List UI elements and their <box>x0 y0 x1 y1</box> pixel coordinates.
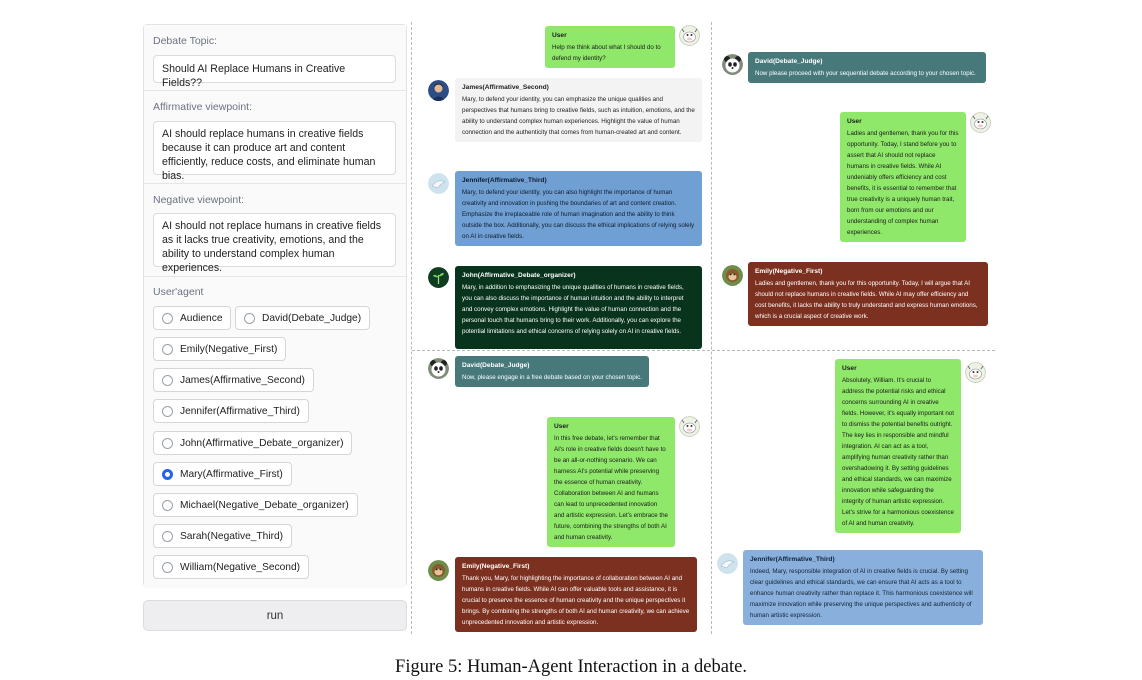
agent-option[interactable]: Emily(Negative_First) <box>153 337 287 361</box>
chat-message: John(Affirmative_Debate_organizer) Mary,… <box>455 266 702 349</box>
affirmative-section: Affirmative viewpoint: AI should replace… <box>144 91 406 184</box>
cow-avatar-icon <box>679 25 700 46</box>
run-button[interactable]: run <box>143 600 407 631</box>
chat-message: Emily(Negative_First) Thank you, Mary, f… <box>455 557 697 632</box>
radio-icon <box>162 312 173 324</box>
agent-option-label: David(Debate_Judge) <box>262 312 362 324</box>
message-sender: User <box>847 118 862 125</box>
agent-option[interactable]: Mary(Affirmative_First) <box>153 462 292 486</box>
agent-option[interactable]: Michael(Negative_Debate_organizer) <box>153 493 358 517</box>
divider <box>711 22 712 634</box>
agent-option-label: Mary(Affirmative_First) <box>180 468 283 480</box>
message-text: Absolutely, William. It's crucial to add… <box>842 377 954 527</box>
radio-icon <box>162 561 173 573</box>
cow-avatar-icon <box>970 112 991 133</box>
message-text: In this free debate, let's remember that… <box>554 435 668 541</box>
bird-avatar-icon <box>717 553 738 574</box>
chat-message: Jennifer(Affirmative_Third) Mary, to def… <box>455 171 702 246</box>
radio-icon <box>244 312 255 324</box>
topic-input[interactable]: Should AI Replace Humans in Creative Fie… <box>153 55 396 89</box>
chat-message: Jennifer(Affirmative_Third) Indeed, Mary… <box>743 550 983 625</box>
chat-message: User Help me think about what I should d… <box>545 26 675 68</box>
chat-message: James(Affirmative_Second) Mary, to defen… <box>455 78 702 142</box>
chat-message: David(Debate_Judge) Now please proceed w… <box>748 52 986 83</box>
negative-section: Negative viewpoint: AI should not replac… <box>144 184 406 277</box>
radio-icon <box>162 437 173 449</box>
message-sender: User <box>552 32 567 39</box>
message-text: Now please proceed with your sequential … <box>755 70 976 77</box>
agent-option-label: Sarah(Negative_Third) <box>180 530 284 542</box>
divider <box>411 22 412 634</box>
radio-icon <box>162 405 173 417</box>
radio-icon <box>162 499 173 511</box>
chat-message: User Absolutely, William. It's crucial t… <box>835 359 961 533</box>
message-text: Mary, in addition to emphasizing the uni… <box>462 284 684 335</box>
agent-option-label: William(Negative_Second) <box>180 561 301 573</box>
plant-avatar-icon <box>428 267 449 288</box>
chat-message: User In this free debate, let's remember… <box>547 417 675 547</box>
negative-label: Negative viewpoint: <box>153 194 245 206</box>
agent-option[interactable]: Jennifer(Affirmative_Third) <box>153 399 309 423</box>
agent-option-label: Michael(Negative_Debate_organizer) <box>180 499 349 511</box>
chat-message: David(Debate_Judge) Now, please engage i… <box>455 356 649 387</box>
agent-option[interactable]: Audience <box>153 306 232 330</box>
agent-option-label: James(Affirmative_Second) <box>180 374 305 386</box>
monkey-avatar-icon <box>428 560 449 581</box>
negative-input[interactable]: AI should not replace humans in creative… <box>153 213 396 274</box>
panda-avatar-icon <box>428 358 449 379</box>
message-sender: Jennifer(Affirmative_Third) <box>462 177 547 184</box>
message-sender: User <box>842 365 857 372</box>
chat-message: User Ladies and gentlemen, thank you for… <box>840 112 966 242</box>
message-text: Indeed, Mary, responsible integration of… <box>750 568 973 619</box>
affirmative-label: Affirmative viewpoint: <box>153 101 253 113</box>
agent-option-label: Audience <box>180 312 223 324</box>
message-text: Now, please engage in a free debate base… <box>462 374 642 381</box>
message-sender: Jennifer(Affirmative_Third) <box>750 556 835 563</box>
message-text: Mary, to defend your identity, you can e… <box>462 96 695 136</box>
message-text: Mary, to defend your identity, you can a… <box>462 189 695 240</box>
cow-avatar-icon <box>965 362 986 383</box>
topic-label: Debate Topic: <box>153 35 218 47</box>
agent-option[interactable]: James(Affirmative_Second) <box>153 368 314 392</box>
person-avatar-icon <box>428 80 449 101</box>
agent-label: User'agent <box>153 286 204 298</box>
message-sender: James(Affirmative_Second) <box>462 84 549 91</box>
radio-icon <box>162 374 173 386</box>
topic-section: Debate Topic: Should AI Replace Humans i… <box>144 25 406 91</box>
agent-option[interactable]: John(Affirmative_Debate_organizer) <box>153 431 353 455</box>
divider <box>412 350 995 351</box>
agent-option[interactable]: David(Debate_Judge) <box>235 306 371 330</box>
agent-section: User'agent Audience David(Debate_Judge) … <box>144 277 406 588</box>
monkey-avatar-icon <box>722 265 743 286</box>
bird-avatar-icon <box>428 173 449 194</box>
agent-option-label: Emily(Negative_First) <box>180 343 278 355</box>
radio-icon <box>162 343 173 355</box>
message-sender: User <box>554 423 569 430</box>
message-text: Help me think about what I should do to … <box>552 44 661 62</box>
cow-avatar-icon <box>679 416 700 437</box>
settings-panel: Debate Topic: Should AI Replace Humans i… <box>143 24 407 588</box>
message-sender: Emily(Negative_First) <box>462 563 530 570</box>
message-sender: David(Debate_Judge) <box>462 362 530 369</box>
message-sender: Emily(Negative_First) <box>755 268 823 275</box>
affirmative-input[interactable]: AI should replace humans in creative fie… <box>153 121 396 182</box>
radio-selected-icon <box>162 468 173 480</box>
agent-option[interactable]: Sarah(Negative_Third) <box>153 524 293 548</box>
figure-caption: Figure 5: Human-Agent Interaction in a d… <box>395 657 747 677</box>
panda-avatar-icon <box>722 54 743 75</box>
message-sender: David(Debate_Judge) <box>755 58 823 65</box>
agent-option-label: John(Affirmative_Debate_organizer) <box>180 437 344 449</box>
message-text: Ladies and gentlemen, thank you for this… <box>755 280 978 320</box>
agent-option-label: Jennifer(Affirmative_Third) <box>180 405 300 417</box>
chat-message: Emily(Negative_First) Ladies and gentlem… <box>748 262 988 326</box>
radio-icon <box>162 530 173 542</box>
agent-option[interactable]: William(Negative_Second) <box>153 555 310 579</box>
message-text: Ladies and gentlemen, thank you for this… <box>847 130 959 236</box>
message-sender: John(Affirmative_Debate_organizer) <box>462 272 576 279</box>
message-text: Thank you, Mary, for highlighting the im… <box>462 575 690 626</box>
